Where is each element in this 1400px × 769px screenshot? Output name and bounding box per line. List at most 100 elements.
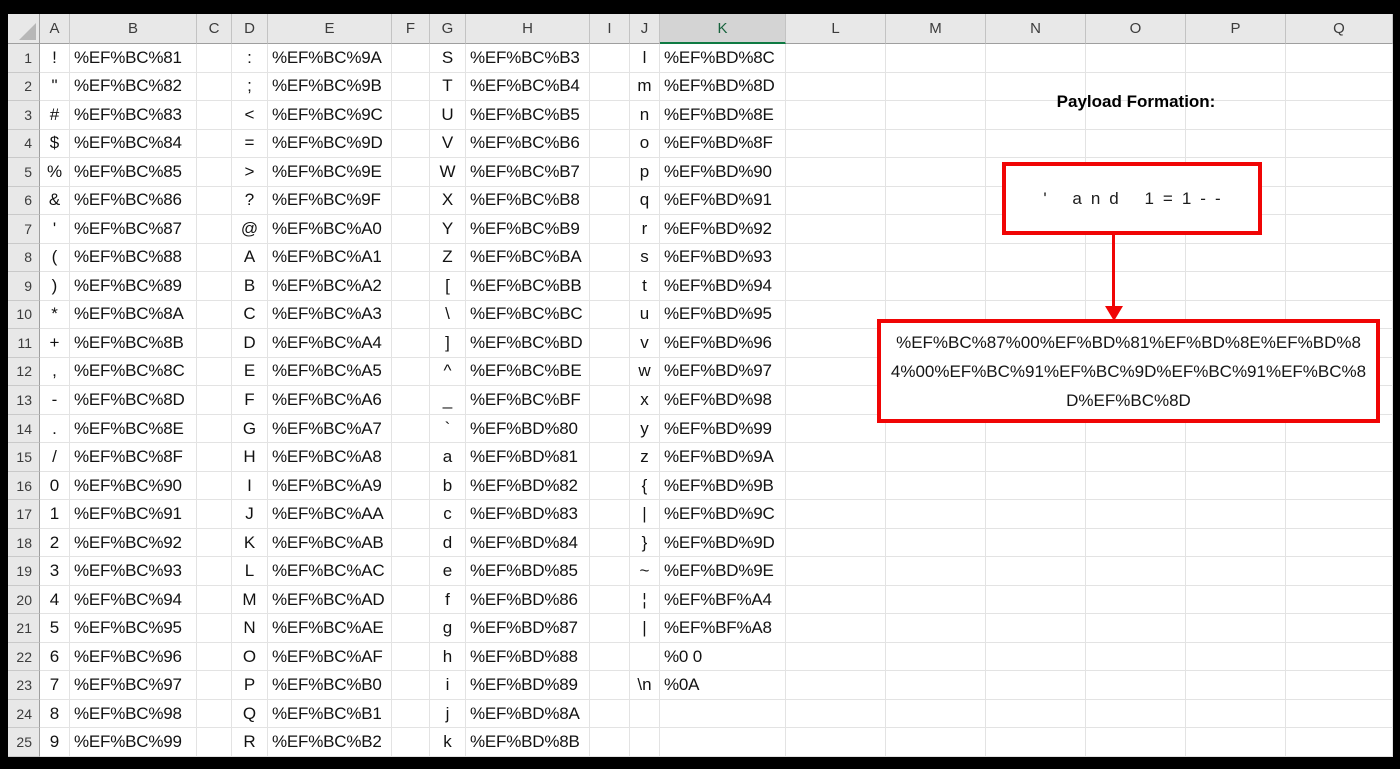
cell-E3[interactable]: %EF%BC%9C [268,101,392,130]
cell-C8[interactable] [197,243,232,273]
cell-G12[interactable]: ^ [430,357,466,387]
cell-N4[interactable] [986,129,1086,159]
cell-H15[interactable]: %EF%BD%81 [466,443,590,472]
cell-I23[interactable] [590,671,630,700]
cell-B22[interactable]: %EF%BC%96 [70,642,197,672]
row-header-6[interactable]: 6 [8,186,40,216]
cell-B15[interactable]: %EF%BC%8F [70,443,197,472]
cell-I17[interactable] [590,500,630,529]
column-header-A[interactable]: A [40,14,70,44]
cell-J23[interactable]: \n [630,671,660,700]
cell-G14[interactable]: ` [430,414,466,444]
cell-N18[interactable] [986,528,1086,558]
cell-K4[interactable]: %EF%BD%8F [660,129,786,159]
cell-J9[interactable]: t [630,272,660,301]
cell-G23[interactable]: i [430,671,466,700]
cell-B20[interactable]: %EF%BC%94 [70,585,197,615]
cell-L22[interactable] [786,642,886,672]
cell-K9[interactable]: %EF%BD%94 [660,272,786,301]
cell-C9[interactable] [197,272,232,301]
cell-B17[interactable]: %EF%BC%91 [70,500,197,529]
cell-K16[interactable]: %EF%BD%9B [660,471,786,501]
cell-E4[interactable]: %EF%BC%9D [268,129,392,159]
row-header-17[interactable]: 17 [8,500,40,529]
cell-I3[interactable] [590,101,630,130]
select-all-corner[interactable] [8,14,40,44]
cell-O9[interactable] [1086,272,1186,301]
cell-G18[interactable]: d [430,528,466,558]
cell-C22[interactable] [197,642,232,672]
row-header-7[interactable]: 7 [8,215,40,244]
cell-D25[interactable]: R [232,728,268,757]
cell-P16[interactable] [1186,471,1286,501]
cell-K22[interactable]: %0 0 [660,642,786,672]
cell-O25[interactable] [1086,728,1186,757]
cell-J11[interactable]: v [630,329,660,358]
cell-E10[interactable]: %EF%BC%A3 [268,300,392,330]
cell-L4[interactable] [786,129,886,159]
cell-C10[interactable] [197,300,232,330]
cell-K6[interactable]: %EF%BD%91 [660,186,786,216]
cell-E17[interactable]: %EF%BC%AA [268,500,392,529]
row-header-10[interactable]: 10 [8,300,40,330]
cell-E16[interactable]: %EF%BC%A9 [268,471,392,501]
cell-K15[interactable]: %EF%BD%9A [660,443,786,472]
cell-M16[interactable] [886,471,986,501]
cell-L11[interactable] [786,329,886,358]
cell-I16[interactable] [590,471,630,501]
cell-H9[interactable]: %EF%BC%BB [466,272,590,301]
cell-O19[interactable] [1086,557,1186,586]
cell-K24[interactable] [660,699,786,729]
cell-H18[interactable]: %EF%BD%84 [466,528,590,558]
cell-D7[interactable]: @ [232,215,268,244]
cell-C25[interactable] [197,728,232,757]
cell-I7[interactable] [590,215,630,244]
cell-O20[interactable] [1086,585,1186,615]
cell-D6[interactable]: ? [232,186,268,216]
cell-J15[interactable]: z [630,443,660,472]
cell-A15[interactable]: / [40,443,70,472]
cell-A23[interactable]: 7 [40,671,70,700]
cell-H17[interactable]: %EF%BD%83 [466,500,590,529]
cell-H12[interactable]: %EF%BC%BE [466,357,590,387]
row-header-13[interactable]: 13 [8,386,40,415]
cell-L17[interactable] [786,500,886,529]
cell-F6[interactable] [392,186,430,216]
cell-A21[interactable]: 5 [40,614,70,643]
cell-J18[interactable]: } [630,528,660,558]
cell-M20[interactable] [886,585,986,615]
cell-B19[interactable]: %EF%BC%93 [70,557,197,586]
row-header-23[interactable]: 23 [8,671,40,700]
cell-N20[interactable] [986,585,1086,615]
cell-K10[interactable]: %EF%BD%95 [660,300,786,330]
cell-M1[interactable] [886,44,986,73]
cell-C19[interactable] [197,557,232,586]
cell-A17[interactable]: 1 [40,500,70,529]
cell-E24[interactable]: %EF%BC%B1 [268,699,392,729]
row-header-2[interactable]: 2 [8,72,40,102]
cell-M5[interactable] [886,158,986,187]
cell-L2[interactable] [786,72,886,102]
cell-O24[interactable] [1086,699,1186,729]
cell-I2[interactable] [590,72,630,102]
cell-H5[interactable]: %EF%BC%B7 [466,158,590,187]
cell-A2[interactable]: " [40,72,70,102]
cell-J22[interactable] [630,642,660,672]
cell-C23[interactable] [197,671,232,700]
cell-F22[interactable] [392,642,430,672]
cell-H16[interactable]: %EF%BD%82 [466,471,590,501]
cell-C17[interactable] [197,500,232,529]
cell-F15[interactable] [392,443,430,472]
cell-F20[interactable] [392,585,430,615]
cell-E2[interactable]: %EF%BC%9B [268,72,392,102]
column-header-K[interactable]: K [660,14,786,44]
cell-N25[interactable] [986,728,1086,757]
cell-A10[interactable]: * [40,300,70,330]
row-header-14[interactable]: 14 [8,414,40,444]
cell-C20[interactable] [197,585,232,615]
cell-L10[interactable] [786,300,886,330]
cell-B8[interactable]: %EF%BC%88 [70,243,197,273]
cell-Q25[interactable] [1286,728,1393,757]
cell-I18[interactable] [590,528,630,558]
cell-C14[interactable] [197,414,232,444]
